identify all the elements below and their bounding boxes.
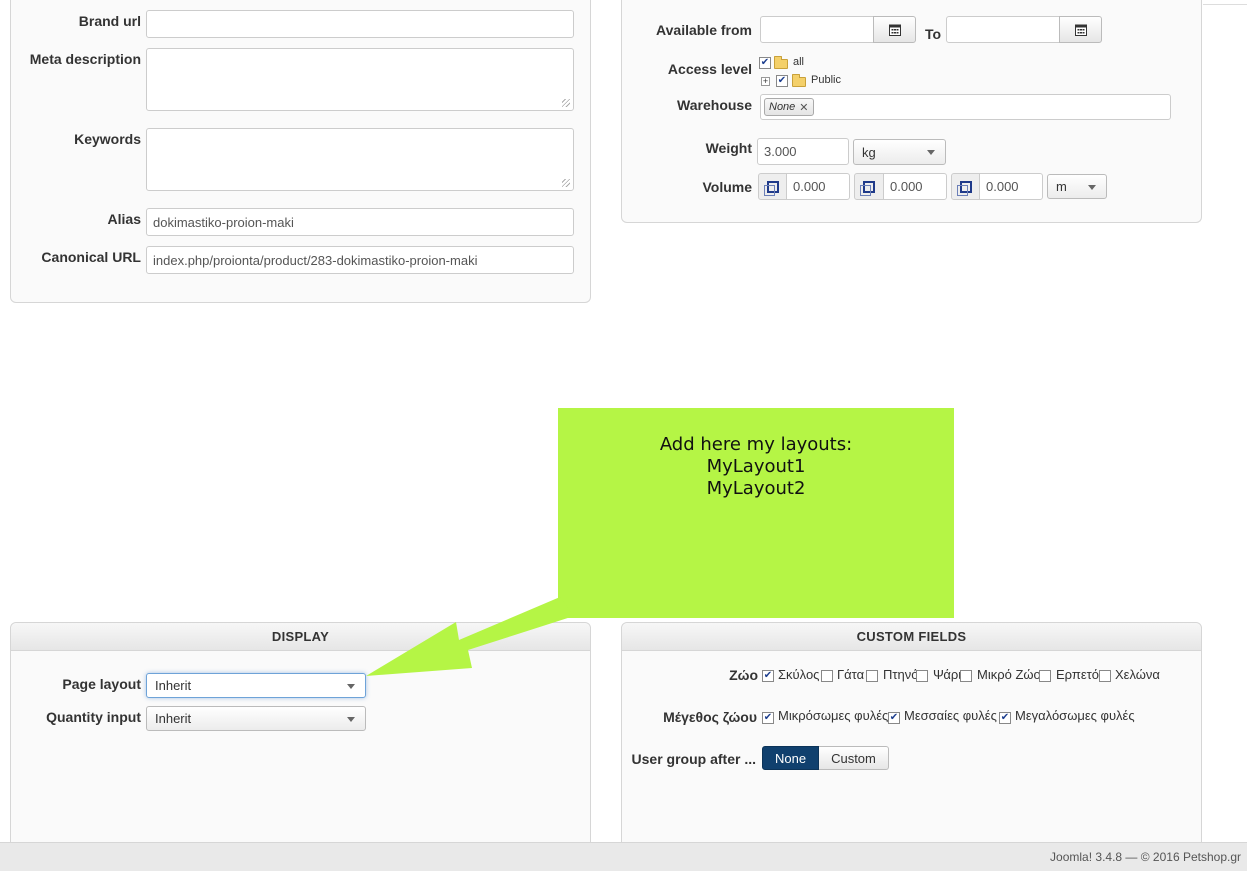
callout-arrow xyxy=(366,597,574,676)
page-footer: Joomla! 3.4.8 — © 2016 Petshop.gr xyxy=(0,842,1247,871)
footer-text: Joomla! 3.4.8 — © 2016 Petshop.gr xyxy=(1050,850,1241,864)
